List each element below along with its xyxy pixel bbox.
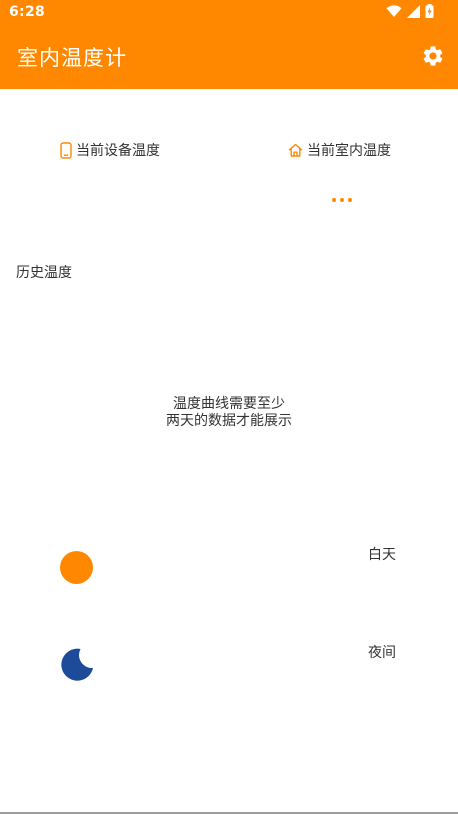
gear-icon[interactable] bbox=[421, 46, 445, 72]
history-empty-message: 温度曲线需要至少 两天的数据才能展示 bbox=[129, 396, 329, 430]
indoor-temp-text: 当前室内温度 bbox=[307, 143, 391, 159]
status-icons bbox=[386, 3, 434, 22]
empty-message-line: 温度曲线需要至少 bbox=[173, 396, 285, 412]
home-icon bbox=[288, 143, 303, 157]
day-legend-label: 白天 bbox=[368, 547, 396, 563]
phone-icon bbox=[60, 141, 72, 159]
empty-message-line: 两天的数据才能展示 bbox=[166, 413, 292, 429]
device-temp-label: 当前设备温度 bbox=[60, 140, 160, 160]
app-title: 室内温度计 bbox=[17, 46, 127, 70]
loading-dot bbox=[332, 198, 336, 202]
loading-dot bbox=[348, 198, 352, 202]
loading-dot bbox=[340, 198, 344, 202]
status-bar: 6:28 bbox=[0, 0, 458, 25]
history-title: 历史温度 bbox=[16, 265, 72, 281]
status-time: 6:28 bbox=[9, 4, 46, 20]
moon-icon bbox=[59, 646, 95, 682]
wifi-icon bbox=[386, 3, 402, 22]
indoor-temp-loading-indicator bbox=[332, 198, 352, 202]
battery-charging-icon bbox=[425, 3, 434, 22]
device-temp-text: 当前设备温度 bbox=[76, 143, 160, 159]
settings-button[interactable] bbox=[421, 44, 445, 68]
app-header: 6:28 室内温度计 bbox=[0, 0, 458, 89]
indoor-temp-label: 当前室内温度 bbox=[288, 140, 391, 160]
sun-icon bbox=[60, 551, 93, 584]
signal-icon bbox=[407, 3, 420, 22]
night-legend-label: 夜间 bbox=[368, 645, 396, 661]
